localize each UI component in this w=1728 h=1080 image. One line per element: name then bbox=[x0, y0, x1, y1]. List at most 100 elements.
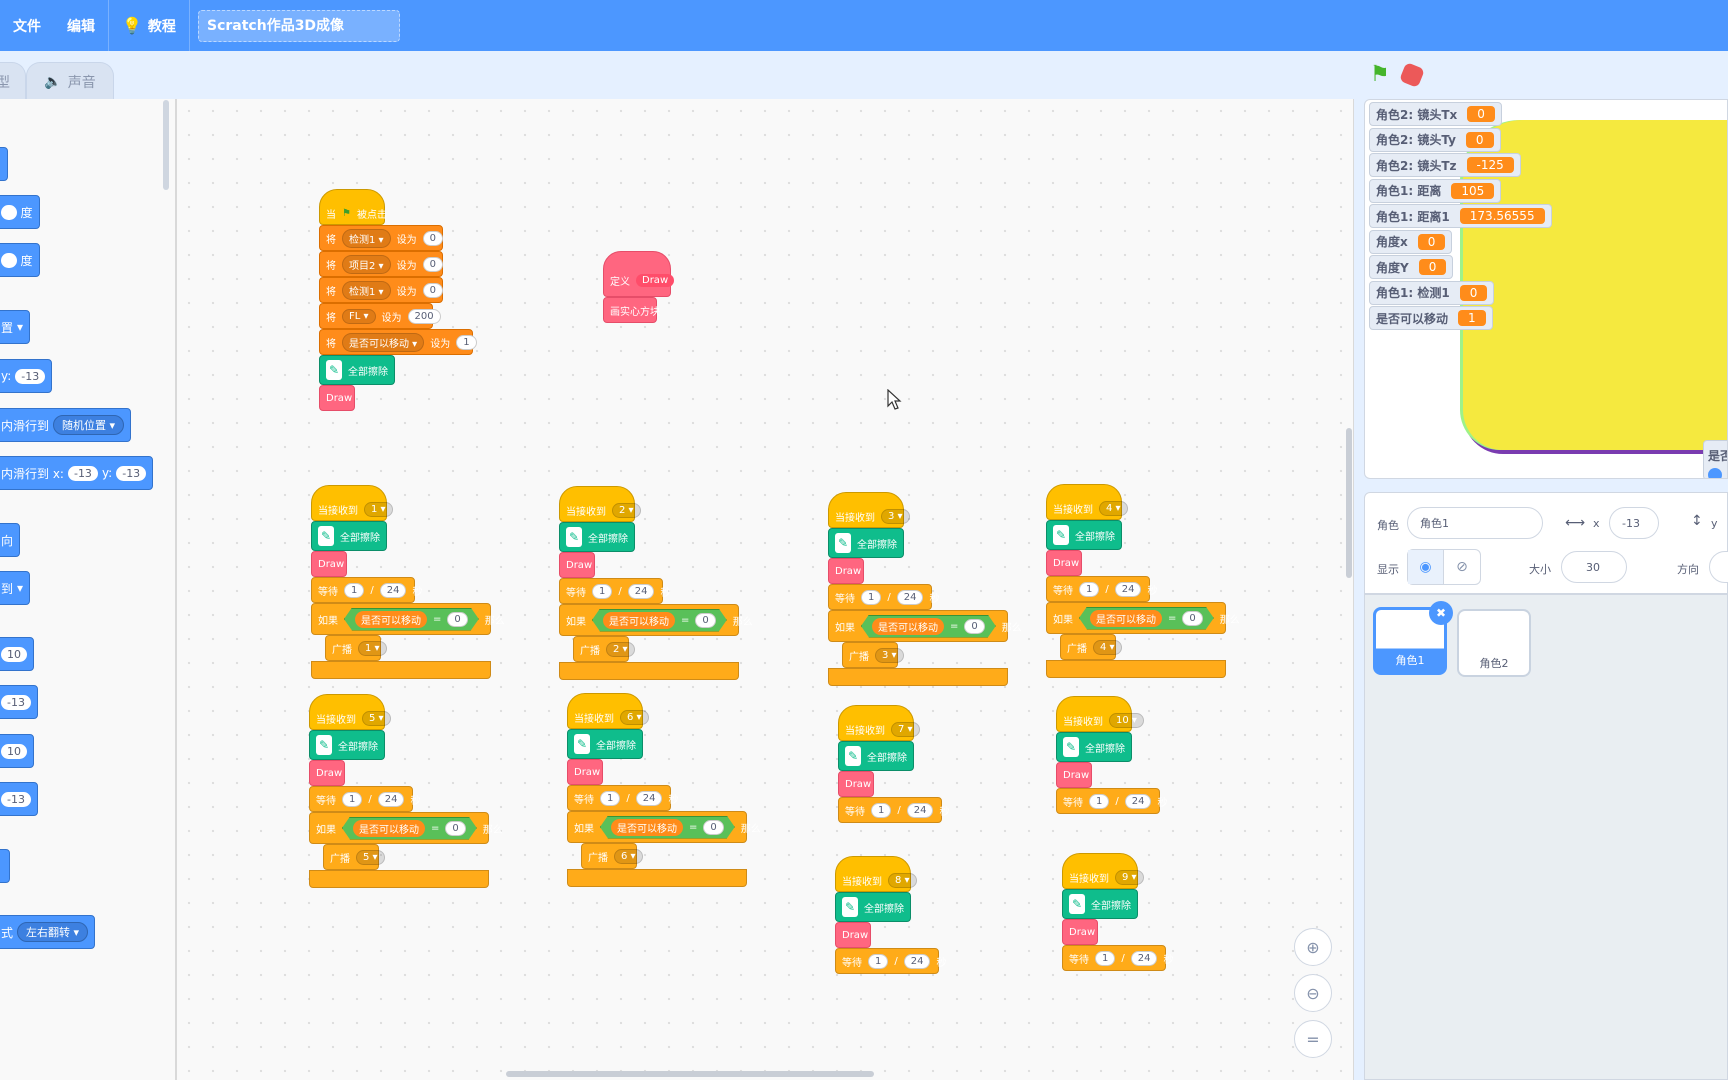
when-i-receive-block[interactable]: 当接收到 1 ▾ bbox=[311, 485, 393, 521]
value-input[interactable]: 0 bbox=[422, 282, 443, 298]
when-i-receive-block[interactable]: 当接收到 7 ▾ bbox=[838, 705, 920, 741]
if-then-block[interactable]: 如果 是否可以移动 = 0 那么 bbox=[828, 610, 1022, 642]
draw-call-block[interactable]: Draw bbox=[559, 552, 595, 578]
variable-reporter[interactable]: 是否可以移动 bbox=[353, 820, 425, 837]
direction-input[interactable] bbox=[1709, 551, 1728, 583]
erase-all-block[interactable]: ✎ 全部擦除 bbox=[835, 892, 911, 922]
variable-reporter[interactable]: 是否可以移动 bbox=[611, 819, 683, 836]
set-variable-block[interactable]: 将是否可以移动 ▾ 设为 1 bbox=[319, 329, 477, 355]
script-when-receive[interactable]: 当接收到 5 ▾ ✎ 全部擦除 Draw 等待 1 / 24 秒如果 是否可以移动 = 0 那么 广播 5 ▾ bbox=[309, 694, 503, 888]
palette-value[interactable] bbox=[1, 204, 17, 220]
value-input[interactable]: 1 bbox=[861, 589, 882, 605]
value-input[interactable]: 1 bbox=[868, 953, 889, 969]
wait-block[interactable]: 等待 1 / 24 秒 bbox=[559, 578, 670, 604]
value-input[interactable]: 24 bbox=[896, 589, 924, 605]
variable-dropdown[interactable]: 检测1 ▾ bbox=[342, 280, 391, 300]
project-title-input[interactable]: Scratch作品3D成像 bbox=[198, 10, 400, 42]
broadcast-block[interactable]: 广播 2 ▾ bbox=[573, 636, 635, 662]
value-input[interactable]: 1 bbox=[344, 582, 365, 598]
show-button[interactable]: ◉ bbox=[1408, 550, 1445, 584]
script-when-receive[interactable]: 当接收到 9 ▾ ✎ 全部擦除 Draw 等待 1 / 24 秒 bbox=[1062, 853, 1173, 971]
broadcast-block[interactable]: 广播 6 ▾ bbox=[581, 843, 643, 869]
palette-block-turn-left[interactable]: 度 bbox=[0, 243, 40, 277]
value-input[interactable]: 0 bbox=[1182, 611, 1202, 626]
palette-block-set-x[interactable]: -13 bbox=[0, 685, 38, 719]
message-dropdown[interactable]: 9 ▾ bbox=[1115, 869, 1144, 885]
set-variable-block[interactable]: 将检测1 ▾ 设为 0 bbox=[319, 277, 443, 303]
erase-all-block[interactable]: ✎ 全部擦除 bbox=[838, 741, 914, 771]
script-when-receive[interactable]: 当接收到 10 ▾ ✎ 全部擦除 Draw 等待 1 / 24 秒 bbox=[1056, 696, 1167, 814]
variable-reporter[interactable]: 是否可以移动 bbox=[872, 618, 944, 635]
wait-block[interactable]: 等待 1 / 24 秒 bbox=[838, 797, 949, 823]
when-i-receive-block[interactable]: 当接收到 6 ▾ bbox=[567, 693, 649, 729]
value-input[interactable]: 24 bbox=[903, 953, 931, 969]
stop-button[interactable] bbox=[1398, 61, 1426, 89]
draw-call-block[interactable]: Draw bbox=[1056, 762, 1092, 788]
set-variable-block[interactable]: 将 FL ▾ 设为 200 bbox=[319, 303, 441, 329]
variable-monitor[interactable]: 角色2: 镜头Tz -125 bbox=[1369, 153, 1521, 177]
message-dropdown[interactable]: 2 ▾ bbox=[606, 641, 635, 657]
draw-call-block[interactable]: Draw bbox=[567, 759, 603, 785]
message-dropdown[interactable]: 2 ▾ bbox=[612, 502, 641, 518]
palette-value[interactable]: -13 bbox=[116, 465, 147, 481]
message-dropdown[interactable]: 10 ▾ bbox=[1109, 712, 1144, 728]
palette-block-point-in-direction[interactable]: 向 bbox=[0, 523, 21, 557]
workspace-horizontal-scrollbar[interactable] bbox=[506, 1071, 874, 1077]
wait-block[interactable]: 等待 1 / 24 秒 bbox=[309, 786, 420, 812]
palette-block-bounce[interactable] bbox=[0, 849, 10, 883]
message-dropdown[interactable]: 1 ▾ bbox=[358, 640, 387, 656]
script-when-receive[interactable]: 当接收到 3 ▾ ✎ 全部擦除 Draw 等待 1 / 24 秒如果 是否可以移动 = 0 那么 广播 3 ▾ bbox=[828, 492, 1022, 686]
erase-all-block[interactable]: ✎ 全部擦除 bbox=[1046, 520, 1122, 550]
message-dropdown[interactable]: 1 ▾ bbox=[364, 501, 393, 517]
palette-block-go-to[interactable]: 置 ▾ bbox=[0, 310, 31, 344]
script-when-receive[interactable]: 当接收到 1 ▾ ✎ 全部擦除 Draw 等待 1 / 24 秒如果 是否可以移动 = 0 那么 广播 1 ▾ bbox=[311, 485, 505, 679]
palette-block-change-x[interactable]: 10 bbox=[0, 637, 34, 671]
message-dropdown[interactable]: 6 ▾ bbox=[614, 848, 643, 864]
wait-block[interactable]: 等待 1 / 24 秒 bbox=[828, 584, 939, 610]
sprite-name-input[interactable]: 角色1 bbox=[1407, 507, 1543, 539]
equals-operator[interactable]: 是否可以移动 = 0 bbox=[592, 609, 727, 632]
variable-dropdown[interactable]: 是否可以移动 ▾ bbox=[342, 332, 425, 352]
value-input[interactable]: 0 bbox=[422, 256, 443, 272]
palette-block-go-to-xy[interactable]: y: -13 bbox=[0, 359, 53, 393]
delete-sprite-button[interactable]: ✖ bbox=[1429, 601, 1453, 625]
broadcast-block[interactable]: 广播 4 ▾ bbox=[1060, 634, 1122, 660]
palette-dropdown[interactable]: 左右翻转 ▾ bbox=[17, 922, 89, 942]
variable-monitor[interactable]: 是否可以移动 1 bbox=[1369, 306, 1493, 330]
variable-reporter[interactable]: 是否可以移动 bbox=[355, 611, 427, 628]
palette-value[interactable] bbox=[1, 252, 17, 268]
value-input[interactable]: 1 bbox=[1079, 581, 1100, 597]
erase-all-block[interactable]: ✎ 全部擦除 bbox=[828, 528, 904, 558]
script-when-receive[interactable]: 当接收到 6 ▾ ✎ 全部擦除 Draw 等待 1 / 24 秒如果 是否可以移动 = 0 那么 广播 6 ▾ bbox=[567, 693, 761, 887]
set-variable-block[interactable]: 将检测1 ▾ 设为 0 bbox=[319, 225, 443, 251]
script-when-receive[interactable]: 当接收到 4 ▾ ✎ 全部擦除 Draw 等待 1 / 24 秒如果 是否可以移动 = 0 那么 广播 4 ▾ bbox=[1046, 484, 1240, 678]
message-dropdown[interactable]: 7 ▾ bbox=[891, 721, 920, 737]
value-input[interactable]: 24 bbox=[379, 582, 407, 598]
menu-file[interactable]: 文件 bbox=[0, 0, 54, 51]
wait-block[interactable]: 等待 1 / 24 秒 bbox=[311, 577, 422, 603]
broadcast-block[interactable]: 广播 5 ▾ bbox=[323, 844, 385, 870]
value-input[interactable]: 24 bbox=[1114, 581, 1142, 597]
value-input[interactable]: 24 bbox=[635, 790, 663, 806]
when-i-receive-block[interactable]: 当接收到 3 ▾ bbox=[828, 492, 910, 528]
value-input[interactable]: 1 bbox=[871, 802, 892, 818]
variable-monitor[interactable]: 角色1: 距离 105 bbox=[1369, 178, 1502, 203]
palette-value[interactable]: -13 bbox=[15, 368, 46, 384]
value-input[interactable]: 0 bbox=[964, 619, 984, 634]
sprite-tile[interactable]: 角色2 bbox=[1457, 609, 1531, 677]
palette-block[interactable] bbox=[0, 147, 8, 181]
palette-block-turn-right[interactable]: 度 bbox=[0, 195, 40, 229]
draw-call-block[interactable]: Draw bbox=[1046, 550, 1082, 576]
value-input[interactable]: 1 bbox=[456, 334, 477, 350]
erase-all-block[interactable]: ✎ 全部擦除 bbox=[309, 730, 385, 760]
message-dropdown[interactable]: 5 ▾ bbox=[356, 849, 385, 865]
code-workspace[interactable]: 当 ⚑ 被点击 将检测1 ▾ 设为 0 将项目2 ▾ 设为 0 将检测1 ▾ 设为 0 将 FL ▾… bbox=[176, 99, 1354, 1080]
palette-block-change-y[interactable]: 10 bbox=[0, 734, 34, 768]
when-i-receive-block[interactable]: 当接收到 8 ▾ bbox=[835, 856, 917, 892]
tab-costumes[interactable]: 型 bbox=[0, 62, 26, 100]
value-input[interactable]: 0 bbox=[447, 612, 467, 627]
slider-knob[interactable] bbox=[1708, 468, 1722, 478]
variable-monitor[interactable]: 角色2: 镜头Tx 0 bbox=[1369, 102, 1502, 126]
if-then-block[interactable]: 如果 是否可以移动 = 0 那么 bbox=[311, 603, 505, 635]
variable-monitor[interactable]: 角度Y 0 bbox=[1369, 255, 1454, 279]
